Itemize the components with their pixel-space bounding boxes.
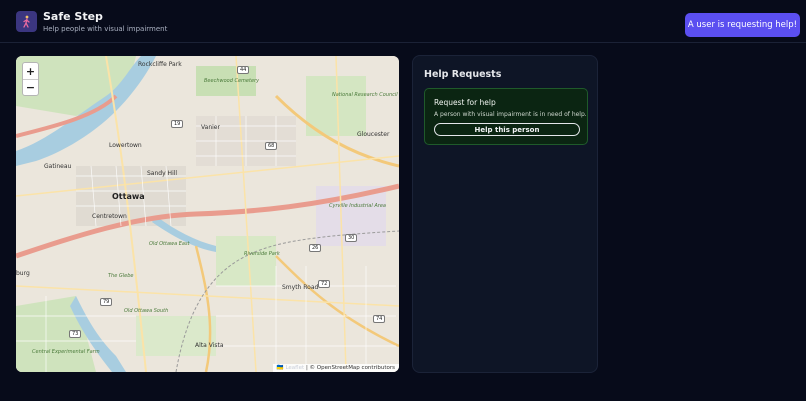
highway-shield: 44 <box>237 66 250 74</box>
app-header: Safe Step Help people with visual impair… <box>0 0 806 43</box>
help-request-alert-button[interactable]: A user is requesting help! <box>685 13 800 37</box>
help-requests-panel: Help Requests Request for help A person … <box>412 55 598 373</box>
map-label: Gatineau <box>44 163 72 170</box>
map-label: National Research Council <box>332 92 398 98</box>
zoom-out-button[interactable]: − <box>23 79 38 95</box>
request-description: A person with visual impairment is in ne… <box>434 111 587 118</box>
map-label: Rockcliffe Park <box>138 61 182 68</box>
highway-shield: 26 <box>309 244 322 252</box>
map-label: Lowertown <box>109 142 142 149</box>
map-view[interactable]: Rockcliffe Park Beechwood Cemetery Vanie… <box>16 56 399 372</box>
app-title: Safe Step <box>43 10 103 23</box>
map-attribution: 🇺🇦 Leaflet | © OpenStreetMap contributor… <box>272 364 399 372</box>
request-title: Request for help <box>434 98 496 107</box>
map-label: Centretown <box>92 213 127 220</box>
map-label: Riverside Park <box>244 251 280 257</box>
highway-shield: 73 <box>69 330 82 338</box>
map-tiles[interactable] <box>16 56 399 372</box>
map-label: Beechwood Cemetery <box>204 78 260 84</box>
map-label: Old Ottawa South <box>124 308 169 314</box>
map-label: Smyth Road <box>282 284 319 291</box>
map-label: Ottawa <box>112 192 145 201</box>
leaflet-link[interactable]: Leaflet <box>285 365 304 371</box>
highway-shield: 74 <box>373 315 386 323</box>
map-label: Alta Vista <box>195 342 224 349</box>
zoom-control: + − <box>22 62 39 96</box>
help-request-card: Request for help A person with visual im… <box>424 88 588 145</box>
highway-shield: 68 <box>265 142 278 150</box>
highway-shield: 19 <box>171 120 184 128</box>
help-this-person-button[interactable]: Help this person <box>434 123 580 136</box>
map-label: Central Experimental Farm <box>32 349 100 355</box>
app-subtitle: Help people with visual impairment <box>43 25 168 33</box>
walking-person-icon <box>16 11 37 32</box>
highway-shield: 79 <box>100 298 113 306</box>
zoom-in-button[interactable]: + <box>23 63 38 79</box>
map-label: Vanier <box>201 124 220 131</box>
highway-shield: 30 <box>345 234 358 242</box>
map-label: Old Ottawa East <box>149 241 190 247</box>
ukraine-flag-icon: 🇺🇦 <box>276 365 284 371</box>
map-label: Gloucester <box>357 131 390 138</box>
map-label: Sandy Hill <box>147 170 178 177</box>
map-label: burg <box>16 270 30 277</box>
osm-attribution-link[interactable]: | © OpenStreetMap contributors <box>306 365 395 371</box>
map-label: The Glebe <box>108 273 134 279</box>
map-label: Cyrville Industrial Area <box>329 203 386 209</box>
panel-title: Help Requests <box>424 69 502 80</box>
highway-shield: 72 <box>318 280 331 288</box>
